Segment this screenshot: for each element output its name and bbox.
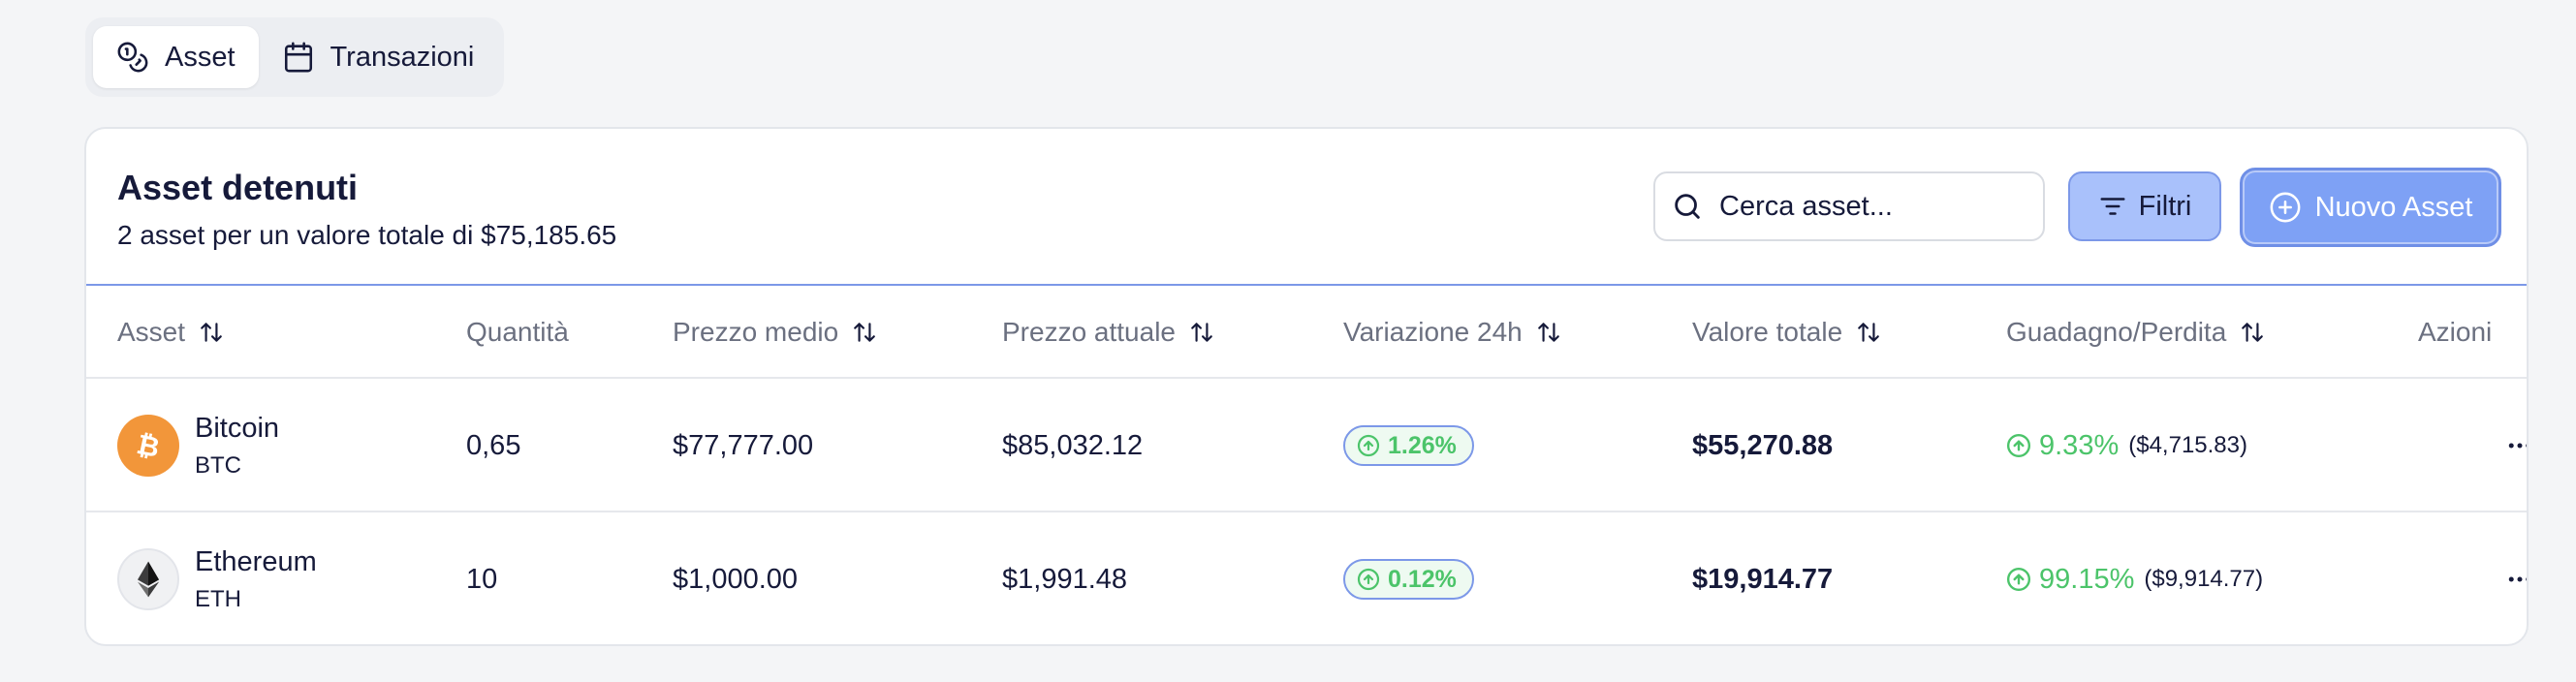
arrow-up-circle-icon — [2006, 567, 2031, 592]
ethereum-icon — [117, 548, 179, 610]
header-avg-price-label: Prezzo medio — [673, 317, 839, 347]
tab-asset-label: Asset — [165, 41, 236, 73]
gain-percent: 9.33% — [2039, 429, 2120, 461]
calendar-icon — [282, 41, 315, 74]
header-current-price[interactable]: Prezzo attuale — [1002, 286, 1214, 379]
header-avg-price[interactable]: Prezzo medio — [673, 286, 877, 379]
card-title: Asset detenuti — [117, 168, 359, 207]
tab-transazioni[interactable]: Transazioni — [259, 26, 498, 88]
asset-name: Bitcoin — [195, 412, 280, 444]
change-value: 1.26% — [1388, 431, 1457, 459]
card-header: Asset detenuti 2 asset per un valore tot… — [86, 129, 2527, 286]
coins-icon — [116, 41, 149, 74]
more-options-icon[interactable] — [2505, 565, 2527, 594]
bitcoin-icon: ₿ — [117, 415, 179, 477]
asset-name: Ethereum — [195, 545, 317, 577]
tab-transazioni-label: Transazioni — [330, 41, 475, 73]
svg-text:₿: ₿ — [134, 428, 162, 464]
change-badge: 0.12% — [1343, 559, 1474, 600]
more-options-icon[interactable] — [2505, 431, 2527, 460]
new-asset-button[interactable]: Nuovo Asset — [2240, 168, 2501, 247]
arrow-up-circle-icon — [2006, 433, 2031, 458]
arrow-up-circle-icon — [1357, 568, 1380, 591]
table-row[interactable]: ₿ Bitcoin BTC 0,65 $77,777.00 $85,032.12… — [86, 379, 2527, 512]
filter-icon — [2098, 192, 2127, 221]
sort-icon[interactable] — [199, 320, 224, 345]
actions-cell — [2505, 512, 2527, 644]
filter-button[interactable]: Filtri — [2068, 171, 2221, 241]
sort-icon[interactable] — [1536, 320, 1561, 345]
table-header: Asset Quantità Prezzo medio Prezzo attua… — [86, 286, 2527, 379]
tab-asset[interactable]: Asset — [93, 26, 259, 88]
sort-icon[interactable] — [852, 320, 877, 345]
header-quantity-label: Quantità — [466, 317, 569, 347]
search-icon — [1671, 190, 1704, 223]
current-price-cell: $85,032.12 — [1002, 429, 1144, 461]
gain-loss-cell: 99.15% ($9,914.77) — [2006, 512, 2264, 644]
header-total-value-label: Valore totale — [1692, 317, 1843, 347]
gain-amount: ($9,914.77) — [2144, 566, 2264, 592]
search-box[interactable] — [1653, 171, 2045, 241]
total-value-cell: $19,914.77 — [1692, 563, 1834, 595]
change-24h-cell: 1.26% — [1343, 379, 1474, 512]
header-change-24h[interactable]: Variazione 24h — [1343, 286, 1561, 379]
header-total-value[interactable]: Valore totale — [1692, 286, 1881, 379]
new-asset-button-label: Nuovo Asset — [2314, 191, 2473, 223]
asset-symbol: ETH — [195, 585, 241, 612]
header-current-price-label: Prezzo attuale — [1002, 317, 1176, 347]
avg-price-cell: $77,777.00 — [673, 429, 814, 461]
view-tabs: Asset Transazioni — [85, 17, 504, 97]
gain-percent: 99.15% — [2039, 563, 2135, 595]
header-asset[interactable]: Asset — [117, 286, 224, 379]
avg-price-cell: $1,000.00 — [673, 563, 799, 595]
gain-loss-cell: 9.33% ($4,715.83) — [2006, 379, 2247, 512]
current-price-cell: $1,991.48 — [1002, 563, 1128, 595]
change-value: 0.12% — [1388, 565, 1457, 593]
change-24h-cell: 0.12% — [1343, 512, 1474, 644]
header-gain-loss[interactable]: Guadagno/Perdita — [2006, 286, 2265, 379]
asset-cell: ₿ Bitcoin BTC — [117, 379, 279, 512]
asset-symbol: BTC — [195, 451, 241, 479]
header-quantity: Quantità — [466, 286, 569, 379]
header-change-24h-label: Variazione 24h — [1343, 317, 1523, 347]
arrow-up-circle-icon — [1357, 434, 1380, 457]
table-row[interactable]: Ethereum ETH 10 $1,000.00 $1,991.48 0.12… — [86, 512, 2527, 644]
filter-button-label: Filtri — [2138, 190, 2192, 222]
total-value-cell: $55,270.88 — [1692, 429, 1834, 461]
asset-names: Bitcoin BTC — [195, 413, 279, 480]
card-subtitle: 2 asset per un valore totale di $75,185.… — [117, 220, 617, 250]
gain-amount: ($4,715.83) — [2128, 432, 2247, 458]
quantity-cell: 10 — [466, 563, 498, 595]
change-badge: 1.26% — [1343, 425, 1474, 466]
plus-circle-icon — [2269, 191, 2302, 224]
header-actions-label: Azioni — [2418, 317, 2493, 347]
sort-icon[interactable] — [1856, 320, 1881, 345]
header-gain-loss-label: Guadagno/Perdita — [2006, 317, 2227, 347]
sort-icon[interactable] — [1189, 320, 1214, 345]
quantity-cell: 0,65 — [466, 429, 521, 461]
sort-icon[interactable] — [2240, 320, 2265, 345]
actions-cell — [2505, 379, 2527, 512]
search-input[interactable] — [1719, 190, 2029, 223]
header-asset-label: Asset — [117, 317, 186, 347]
header-actions: Azioni — [2418, 286, 2492, 379]
asset-names: Ethereum ETH — [195, 546, 317, 613]
asset-cell: Ethereum ETH — [117, 512, 317, 644]
assets-card: Asset detenuti 2 asset per un valore tot… — [84, 127, 2529, 646]
